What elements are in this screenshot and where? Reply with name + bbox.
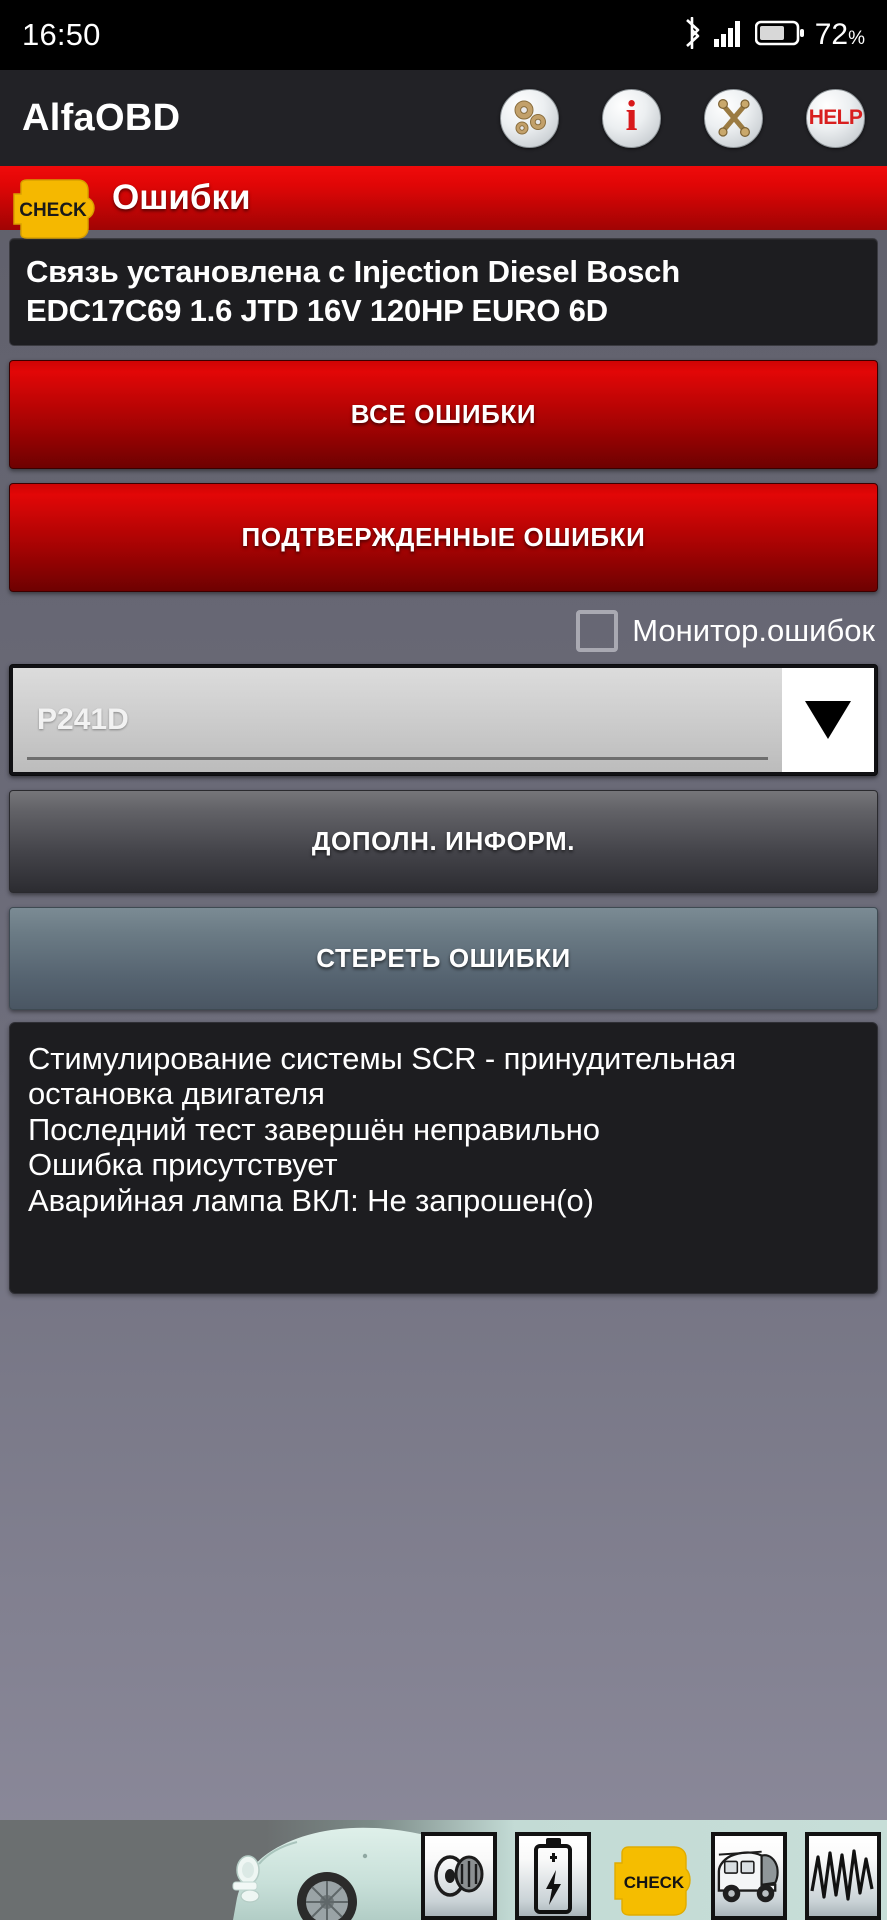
check-engine-icon[interactable]: CHECK (609, 1842, 693, 1920)
check-engine-badge-icon: CHECK (8, 178, 96, 240)
app-bar: AlfaOBD i HELP (0, 70, 887, 166)
bottom-toolbar-items: CHECK (421, 1820, 881, 1920)
monitor-errors-row[interactable]: Монитор.ошибок (9, 609, 875, 652)
description-line: Ошибка присутствует (28, 1147, 338, 1183)
monitor-errors-label: Монитор.ошибок (632, 612, 875, 648)
description-line: Аварийная лампа ВКЛ: Не запрошен(о) (28, 1183, 594, 1219)
dtc-spinner-field[interactable]: P241D (13, 667, 782, 772)
app-screen: 16:50 72% AlfaOBD i HELP Ошибки CHECK Св… (0, 0, 887, 1920)
dtc-spinner[interactable]: P241D (9, 663, 878, 776)
svg-text:CHECK: CHECK (19, 200, 87, 221)
dtc-spinner-underline (27, 756, 768, 760)
monitor-errors-checkbox[interactable] (576, 609, 619, 652)
app-title: AlfaOBD (22, 96, 181, 139)
more-info-button[interactable]: ДОПОЛН. ИНФОРМ. (9, 789, 878, 893)
waveform-icon[interactable] (805, 1832, 881, 1920)
confirmed-errors-button[interactable]: ПОДТВЕРЖДЕННЫЕ ОШИБКИ (9, 482, 878, 592)
app-bar-actions: i HELP (500, 88, 865, 148)
connection-status-line-2: EDC17C69 1.6 JTD 16V 120HP EURO 6D (26, 292, 608, 328)
main-content: Связь установлена с Injection Diesel Bos… (0, 230, 887, 1294)
clear-errors-button[interactable]: СТЕРЕТЬ ОШИБКИ (9, 906, 878, 1010)
page-title-bar: Ошибки (0, 166, 887, 230)
all-errors-button[interactable]: ВСЕ ОШИБКИ (9, 359, 878, 469)
info-icon[interactable]: i (602, 88, 661, 148)
cellular-signal-icon (713, 19, 746, 52)
bottom-toolbar: CHECK (0, 1820, 887, 1920)
car-body-icon[interactable] (711, 1832, 787, 1920)
description-line: Стимулирование системы SCR - принудитель… (28, 1040, 737, 1076)
status-bar-indicators: 72% (681, 16, 865, 54)
chevron-down-icon[interactable] (782, 667, 874, 772)
battery-icon (754, 19, 805, 52)
connection-status-line-1: Связь установлена с Injection Diesel Bos… (26, 254, 680, 289)
description-line: Последний тест завершён неправильно (28, 1111, 600, 1147)
description-line: остановка двигателя (28, 1076, 325, 1112)
status-bar: 16:50 72% (0, 0, 887, 70)
gears-icon[interactable] (500, 88, 559, 148)
help-icon[interactable]: HELP (806, 88, 865, 148)
error-description-panel: Стимулирование системы SCR - принудитель… (9, 1021, 878, 1294)
tools-icon[interactable] (704, 88, 763, 148)
status-bar-clock: 16:50 (22, 17, 101, 52)
battery-percent: 72% (814, 18, 865, 51)
connection-status-panel: Связь установлена с Injection Diesel Bos… (9, 238, 878, 346)
svg-text:CHECK: CHECK (624, 1873, 685, 1892)
clutch-icon[interactable] (421, 1832, 497, 1920)
dtc-spinner-value: P241D (37, 702, 129, 736)
battery-tool-icon[interactable] (515, 1832, 591, 1920)
page-title: Ошибки (112, 178, 251, 217)
bluetooth-icon (681, 16, 705, 54)
